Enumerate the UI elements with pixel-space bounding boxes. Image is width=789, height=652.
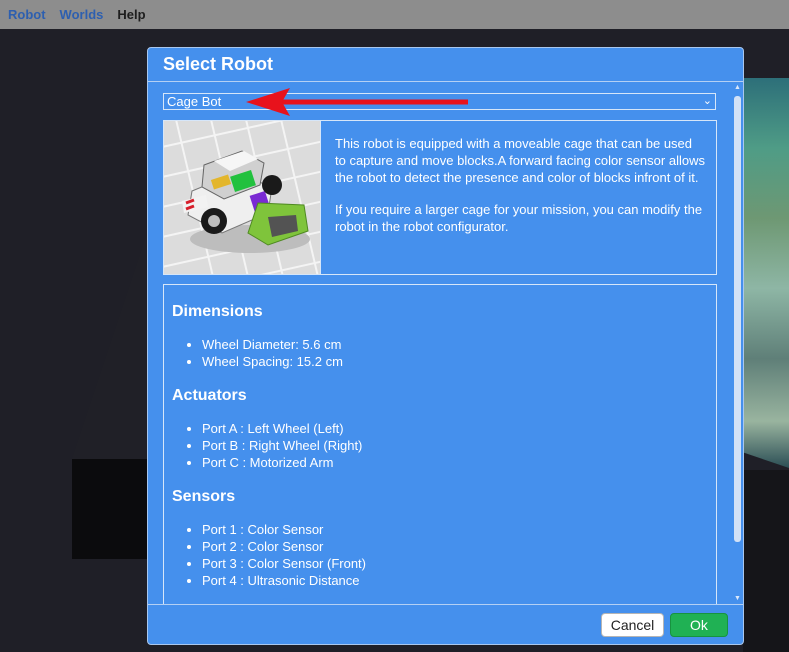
description-paragraph: If you require a larger cage for your mi… <box>335 202 703 234</box>
cancel-button[interactable]: Cancel <box>601 613 664 637</box>
list-item: Port 1 : Color Sensor <box>202 521 708 538</box>
scroll-up-icon[interactable]: ▲ <box>732 82 743 93</box>
section-heading-dimensions: Dimensions <box>172 303 263 320</box>
list-item: Port C : Motorized Arm <box>202 454 708 471</box>
list-item: Port 3 : Color Sensor (Front) <box>202 555 708 572</box>
dialog-title: Select Robot <box>163 54 274 74</box>
menu-worlds[interactable]: Worlds <box>60 7 104 22</box>
menu-robot[interactable]: Robot <box>8 7 46 22</box>
sensors-list: Port 1 : Color Sensor Port 2 : Color Sen… <box>172 521 708 589</box>
world-shadow <box>743 470 789 652</box>
robot-select-value: Cage Bot <box>167 94 222 109</box>
footer-divider <box>148 604 743 605</box>
section-heading-sensors: Sensors <box>172 488 236 505</box>
list-item: Port 4 : Ultrasonic Distance <box>202 572 708 589</box>
list-item: Wheel Diameter: 5.6 cm <box>202 336 708 353</box>
scrollbar-thumb[interactable] <box>734 96 741 542</box>
menu-help[interactable]: Help <box>117 7 145 22</box>
scroll-down-icon[interactable]: ▼ <box>732 593 743 604</box>
robot-info-box: This robot is equipped with a moveable c… <box>148 110 717 302</box>
robot-description: This robot is equipped with a moveable c… <box>335 135 705 250</box>
list-item: Wheel Spacing: 15.2 cm <box>202 353 708 370</box>
actuators-list: Port A : Left Wheel (Left) Port B : Righ… <box>172 420 708 471</box>
list-item: Port A : Left Wheel (Left) <box>202 420 708 437</box>
robot-image <box>148 110 325 302</box>
list-item: Port 2 : Color Sensor <box>202 538 708 555</box>
list-item: Port B : Right Wheel (Right) <box>202 437 708 454</box>
content-scrollbar[interactable]: ▲ ▼ <box>732 82 743 604</box>
robot-specs: Dimensions Wheel Diameter: 5.6 cm Wheel … <box>163 284 717 604</box>
description-paragraph: This robot is equipped with a moveable c… <box>335 136 705 185</box>
chevron-down-icon: ⌄ <box>702 95 712 107</box>
annotation-arrow <box>246 88 468 116</box>
section-heading-actuators: Actuators <box>172 387 247 404</box>
dimensions-list: Wheel Diameter: 5.6 cm Wheel Spacing: 15… <box>172 336 708 370</box>
world-mat <box>743 78 789 468</box>
select-robot-dialog: Select Robot Cage Bot ⌄ This robot is eq… <box>147 47 744 645</box>
menu-bar: Robot Worlds Help <box>0 0 789 29</box>
ok-button[interactable]: Ok <box>670 613 728 637</box>
dialog-content[interactable]: Cage Bot ⌄ This robot is equipped with a… <box>148 82 731 604</box>
